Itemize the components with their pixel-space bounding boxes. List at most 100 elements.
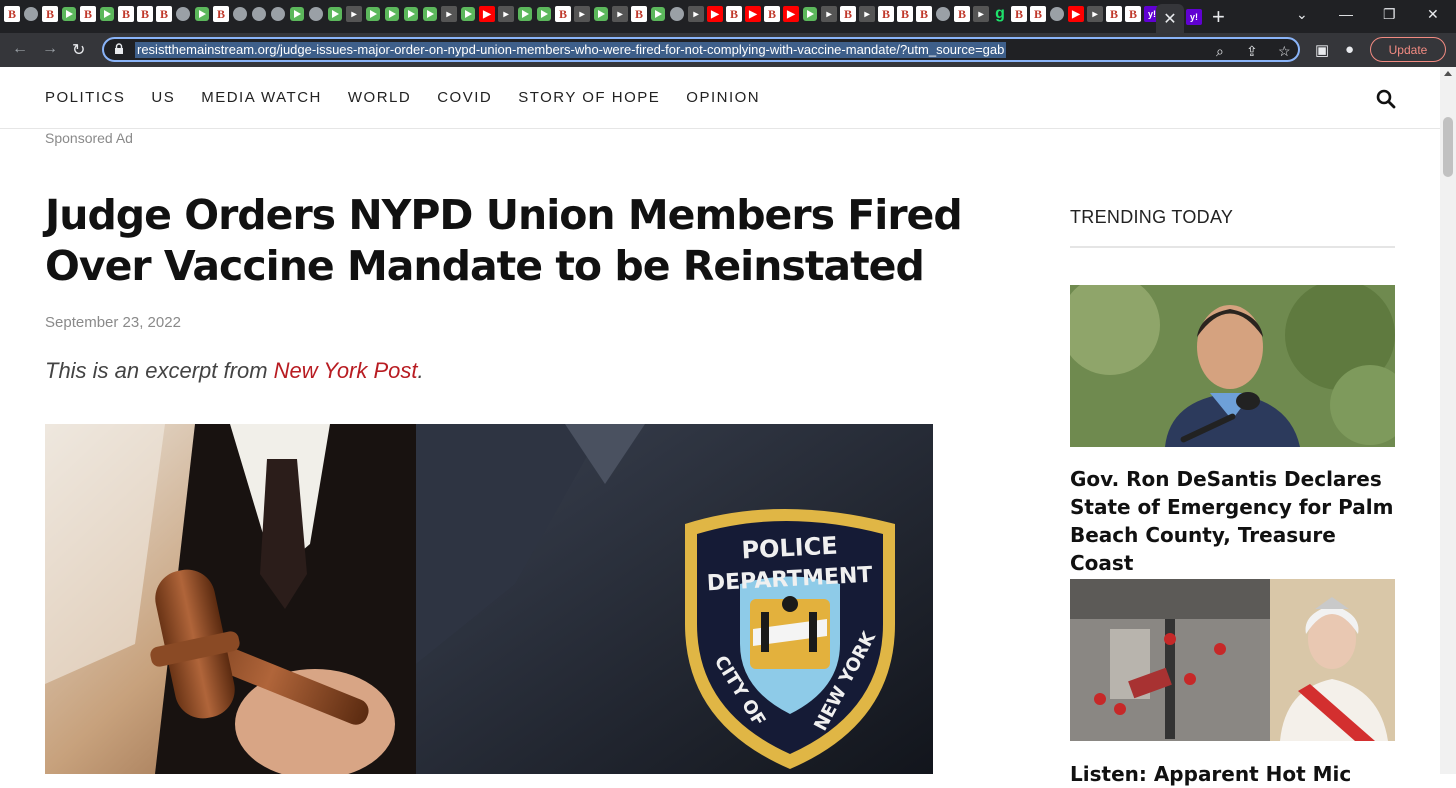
forward-icon[interactable]: → bbox=[42, 40, 58, 58]
tab-favicon-BI-icon[interactable]: B bbox=[137, 6, 153, 22]
tab-favicon-BI-icon[interactable]: B bbox=[916, 6, 932, 22]
tab-favicon-play-icon[interactable] bbox=[384, 6, 400, 22]
back-icon[interactable]: ← bbox=[12, 40, 28, 58]
tab-favicon-globe-icon[interactable] bbox=[309, 7, 323, 21]
tab-favicon-globe-icon[interactable] bbox=[670, 7, 684, 21]
page-scrollbar[interactable] bbox=[1440, 67, 1456, 774]
tab-favicon-yt-icon[interactable]: ▶ bbox=[1068, 6, 1084, 22]
tab-favicon-BI-icon[interactable]: B bbox=[726, 6, 742, 22]
tab-favicon-BI-icon[interactable]: B bbox=[631, 6, 647, 22]
tab-favicon-dark-icon[interactable]: ▸ bbox=[612, 6, 628, 22]
trending-thumbnail-queen[interactable] bbox=[1070, 579, 1395, 741]
tab-favicon-play-icon[interactable] bbox=[365, 6, 381, 22]
tab-favicon-dark-icon[interactable]: ▸ bbox=[821, 6, 837, 22]
tab-favicon-globe-icon[interactable] bbox=[176, 7, 190, 21]
tab-favicon-play-icon[interactable] bbox=[99, 6, 115, 22]
tab-favicon-BI-icon[interactable]: B bbox=[1011, 6, 1027, 22]
tab-favicon-BI-icon[interactable]: B bbox=[897, 6, 913, 22]
tab-favicon-play-icon[interactable] bbox=[460, 6, 476, 22]
side-panel-icon[interactable]: ▣ bbox=[1315, 41, 1329, 59]
tab-favicon-dark-icon[interactable]: ▸ bbox=[973, 6, 989, 22]
tab-favicon-dark-icon[interactable]: ▸ bbox=[859, 6, 875, 22]
tab-favicon-BI-icon[interactable]: B bbox=[1106, 6, 1122, 22]
tab-favicon-BI-icon[interactable]: B bbox=[555, 6, 571, 22]
tab-favicon-dark-icon[interactable]: ▸ bbox=[688, 6, 704, 22]
tab-favicon-BI-icon[interactable]: B bbox=[1030, 6, 1046, 22]
tab-favicon-dark-icon[interactable]: ▸ bbox=[441, 6, 457, 22]
tab-favicon-yt-icon[interactable]: ▶ bbox=[745, 6, 761, 22]
sidebar-divider bbox=[1070, 246, 1395, 248]
trending-headline-2[interactable]: Listen: Apparent Hot Mic bbox=[1070, 760, 1395, 788]
share-icon[interactable]: ⇪ bbox=[1246, 43, 1258, 60]
trending-headline-1[interactable]: Gov. Ron DeSantis Declares State of Emer… bbox=[1070, 465, 1395, 577]
trending-today-title: TRENDING TODAY bbox=[1070, 207, 1234, 227]
reload-icon[interactable]: ↻ bbox=[72, 40, 85, 60]
tab-favicon-play-icon[interactable] bbox=[536, 6, 552, 22]
tab-favicon-BI-icon[interactable]: B bbox=[1125, 6, 1141, 22]
new-tab-button[interactable]: + bbox=[1212, 4, 1225, 30]
lock-icon[interactable] bbox=[114, 43, 124, 55]
minimize-icon[interactable]: — bbox=[1339, 6, 1353, 22]
tab-favicon-play-icon[interactable] bbox=[802, 6, 818, 22]
zoom-icon[interactable]: ⌕ bbox=[1216, 43, 1224, 60]
tab-favicon-dark-icon[interactable]: ▸ bbox=[1087, 6, 1103, 22]
tab-close-icon[interactable]: ✕ bbox=[1163, 9, 1176, 29]
nav-item-opinion[interactable]: OPINION bbox=[686, 89, 760, 106]
tab-favicon-play-icon[interactable] bbox=[403, 6, 419, 22]
tab-favicon-play-icon[interactable] bbox=[61, 6, 77, 22]
scroll-thumb[interactable] bbox=[1443, 117, 1453, 177]
tab-favicon-BI-icon[interactable]: B bbox=[878, 6, 894, 22]
tab-favicon-play-icon[interactable] bbox=[194, 6, 210, 22]
tab-favicon-BI-icon[interactable]: B bbox=[4, 6, 20, 22]
nav-item-world[interactable]: WORLD bbox=[348, 89, 411, 106]
tab-favicon-BI-icon[interactable]: B bbox=[118, 6, 134, 22]
tab-favicon-globe-icon[interactable] bbox=[1050, 7, 1064, 21]
tab-favicon-play-icon[interactable] bbox=[422, 6, 438, 22]
url-text[interactable]: resistthemainstream.org/judge-issues-maj… bbox=[135, 42, 1007, 58]
tab-favicon-play-icon[interactable] bbox=[593, 6, 609, 22]
tab-favicon-globe-icon[interactable] bbox=[936, 7, 950, 21]
address-bar[interactable]: resistthemainstream.org/judge-issues-maj… bbox=[102, 37, 1300, 62]
close-window-icon[interactable]: ✕ bbox=[1427, 6, 1439, 23]
tab-favicon-globe-icon[interactable] bbox=[252, 7, 266, 21]
tab-favicon-yt-icon[interactable]: ▶ bbox=[707, 6, 723, 22]
tab-favicon-yt-icon[interactable]: ▶ bbox=[783, 6, 799, 22]
tab-favicon-BI-icon[interactable]: B bbox=[213, 6, 229, 22]
restore-icon[interactable]: ❐ bbox=[1383, 6, 1396, 23]
tab-favicon-play-icon[interactable] bbox=[289, 6, 305, 22]
update-button[interactable]: Update bbox=[1370, 37, 1446, 62]
nav-item-us[interactable]: US bbox=[151, 89, 175, 106]
tab-search-chevron-icon[interactable]: ⌄ bbox=[1296, 6, 1308, 23]
excerpt-source-link[interactable]: New York Post bbox=[274, 358, 418, 383]
active-tab[interactable]: ✕ bbox=[1156, 4, 1184, 33]
tab-favicon-BI-icon[interactable]: B bbox=[42, 6, 58, 22]
bookmark-star-icon[interactable]: ☆ bbox=[1278, 43, 1291, 60]
tab-favicon-BI-icon[interactable]: B bbox=[954, 6, 970, 22]
tab-favicon-BI-icon[interactable]: B bbox=[840, 6, 856, 22]
scroll-up-arrow-icon[interactable] bbox=[1444, 71, 1452, 76]
tab-favicon-globe-icon[interactable] bbox=[271, 7, 285, 21]
tab-favicon-globe-icon[interactable] bbox=[233, 7, 247, 21]
tab-favicon-dark-icon[interactable]: ▸ bbox=[346, 6, 362, 22]
profile-avatar-icon[interactable]: ● bbox=[1345, 41, 1354, 58]
yahoo-tab-favicon[interactable]: y! bbox=[1186, 9, 1202, 25]
browser-toolbar: ← → ↻ resistthemainstream.org/judge-issu… bbox=[0, 33, 1456, 67]
tab-favicon-g-icon[interactable]: g bbox=[992, 5, 1008, 22]
tab-favicon-yt-icon[interactable]: ▶ bbox=[479, 6, 495, 22]
tab-favicon-dark-icon[interactable]: ▸ bbox=[498, 6, 514, 22]
nav-item-media-watch[interactable]: MEDIA WATCH bbox=[201, 89, 322, 106]
tab-favicon-BI-icon[interactable]: B bbox=[80, 6, 96, 22]
tab-favicon-play-icon[interactable] bbox=[517, 6, 533, 22]
nav-item-politics[interactable]: POLITICS bbox=[45, 89, 125, 106]
tab-favicon-BI-icon[interactable]: B bbox=[156, 6, 172, 22]
tab-strip: B B B B B B B ▸ ▸ ▶ ▸ B ▸ ▸ B ▸ ▶ B ▶ B ▶ ▸ B ▸ B B B B ▸ g B B ▶ ▸ B By! ✕… bbox=[0, 0, 1456, 33]
tab-favicon-dark-icon[interactable]: ▸ bbox=[574, 6, 590, 22]
nav-item-covid[interactable]: COVID bbox=[437, 89, 492, 106]
search-icon[interactable] bbox=[1376, 89, 1396, 109]
tab-favicon-play-icon[interactable] bbox=[650, 6, 666, 22]
trending-thumbnail-desantis[interactable] bbox=[1070, 285, 1395, 447]
nav-item-story-of-hope[interactable]: STORY OF HOPE bbox=[518, 89, 660, 106]
tab-favicon-play-icon[interactable] bbox=[327, 6, 343, 22]
tab-favicon-globe-icon[interactable] bbox=[24, 7, 38, 21]
tab-favicon-BI-icon[interactable]: B bbox=[764, 6, 780, 22]
